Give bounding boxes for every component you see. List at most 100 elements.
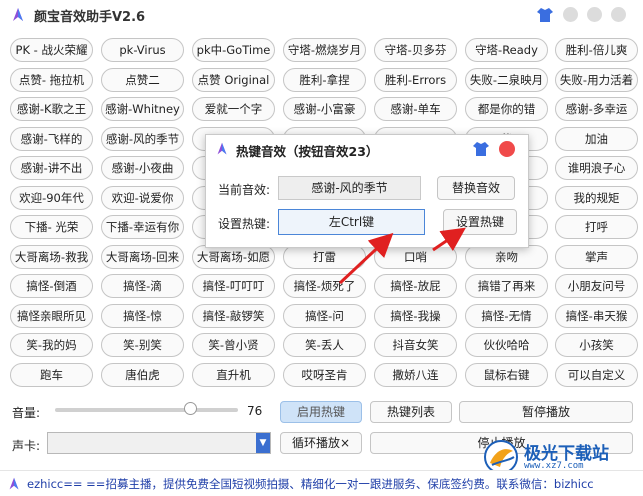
pause-playback-button[interactable]: 暂停播放 bbox=[459, 401, 633, 423]
sound-button[interactable]: 搞怪-倒酒 bbox=[10, 274, 93, 298]
dialog-logo-icon bbox=[217, 142, 227, 155]
enable-hotkey-button[interactable]: 启用热键 bbox=[280, 401, 362, 423]
sound-button[interactable]: 胜利-拿捏 bbox=[283, 68, 366, 92]
sound-button[interactable]: 搞怪亲眼所见 bbox=[10, 304, 93, 328]
sound-button[interactable]: 加油 bbox=[555, 127, 638, 151]
hotkey-label: 设置热键: bbox=[218, 217, 271, 231]
sound-button[interactable]: 我的规矩 bbox=[555, 186, 638, 210]
sound-button[interactable]: 搞怪-烦死了 bbox=[283, 274, 366, 298]
sound-button[interactable]: 点赞二 bbox=[101, 68, 184, 92]
sound-button[interactable]: 口哨 bbox=[374, 245, 457, 269]
sound-button[interactable]: 下播-幸运有你 bbox=[101, 215, 184, 239]
sound-button[interactable]: 搞怪-我操 bbox=[374, 304, 457, 328]
sound-button[interactable]: 唐伯虎 bbox=[101, 363, 184, 387]
title-bar: 颜宝音效助手V2.6 bbox=[0, 0, 643, 30]
sound-button[interactable]: 搞怪-串天猴 bbox=[555, 304, 638, 328]
sound-button[interactable]: 直升机 bbox=[192, 363, 275, 387]
sound-button[interactable]: 伙伙哈哈 bbox=[465, 333, 548, 357]
sound-button[interactable]: 撒娇八连 bbox=[374, 363, 457, 387]
sound-button[interactable]: 感谢-讲不出 bbox=[10, 156, 93, 180]
sound-button[interactable]: 哎呀圣肯 bbox=[283, 363, 366, 387]
sound-button[interactable]: 搞错了再来 bbox=[465, 274, 548, 298]
sound-button[interactable]: 守塔-贝多芬 bbox=[374, 38, 457, 62]
current-sound-label: 当前音效: bbox=[218, 183, 271, 197]
sound-button[interactable]: 搞怪-敲锣笑 bbox=[192, 304, 275, 328]
volume-slider-thumb[interactable] bbox=[184, 402, 197, 415]
sound-button[interactable]: 感谢-小夜曲 bbox=[101, 156, 184, 180]
sound-button[interactable]: 搞怪-问 bbox=[283, 304, 366, 328]
close-button[interactable] bbox=[611, 7, 626, 22]
sound-button[interactable]: 大哥离场-如愿 bbox=[192, 245, 275, 269]
sound-button[interactable]: 点赞- 拖拉机 bbox=[10, 68, 93, 92]
sound-button[interactable]: 守塔-Ready bbox=[465, 38, 548, 62]
sound-button[interactable]: 感谢-风的季节 bbox=[101, 127, 184, 151]
sound-button[interactable]: 感谢-多幸运 bbox=[555, 97, 638, 121]
chevron-down-icon[interactable]: ▼ bbox=[256, 433, 270, 453]
footer-marquee-text: ezhicc== ==招募主播，提供免费全国短视频拍摄、精细化一对一跟进服务、保… bbox=[27, 477, 594, 491]
volume-value: 76 bbox=[247, 404, 263, 418]
soundcard-label: 声卡: bbox=[12, 439, 41, 453]
sound-button[interactable]: 笑-丢人 bbox=[283, 333, 366, 357]
sound-button[interactable]: 点赞 Original bbox=[192, 68, 275, 92]
maximize-button[interactable] bbox=[587, 7, 602, 22]
sound-button[interactable]: pk-Virus bbox=[101, 38, 184, 62]
sound-button[interactable]: 失败-用力活着 bbox=[555, 68, 638, 92]
sound-button[interactable]: 欢迎-说爱你 bbox=[101, 186, 184, 210]
current-sound-field: 感谢-风的季节 bbox=[278, 176, 421, 200]
sound-button[interactable]: PK - 战火荣耀 bbox=[10, 38, 93, 62]
dialog-title-bar: 热键音效（按钮音效23） bbox=[206, 135, 528, 163]
sound-button[interactable]: 跑车 bbox=[10, 363, 93, 387]
sound-button[interactable]: 守塔-燃烧岁月 bbox=[283, 38, 366, 62]
sound-button[interactable]: 小孩笑 bbox=[555, 333, 638, 357]
sound-button[interactable]: 小朋友问号 bbox=[555, 274, 638, 298]
dialog-title: 热键音效（按钮音效23） bbox=[236, 144, 379, 159]
sound-button[interactable]: 谁明浪子心 bbox=[555, 156, 638, 180]
sound-button[interactable]: 大哥离场-救我 bbox=[10, 245, 93, 269]
sound-button[interactable]: 感谢-Whitney bbox=[101, 97, 184, 121]
sound-button[interactable]: 可以自定义 bbox=[555, 363, 638, 387]
sound-button[interactable]: 爱就一个字 bbox=[192, 97, 275, 121]
sound-button[interactable]: 搞怪-叮叮叮 bbox=[192, 274, 275, 298]
loop-play-button[interactable]: 循环播放× bbox=[280, 432, 362, 454]
sound-button[interactable]: 都是你的错 bbox=[465, 97, 548, 121]
sound-button[interactable]: 下播- 光荣 bbox=[10, 215, 93, 239]
sound-button[interactable]: 搞怪-滴 bbox=[101, 274, 184, 298]
dialog-close-button[interactable] bbox=[499, 141, 515, 157]
hotkey-list-button[interactable]: 热键列表 bbox=[370, 401, 452, 423]
sound-button[interactable]: 笑-我的妈 bbox=[10, 333, 93, 357]
skin-shirt-icon[interactable] bbox=[536, 6, 554, 24]
sound-button[interactable]: 感谢-单车 bbox=[374, 97, 457, 121]
sound-button[interactable]: 胜利-Errors bbox=[374, 68, 457, 92]
dialog-skin-shirt-icon[interactable] bbox=[472, 140, 490, 158]
sound-button[interactable]: 感谢-小富豪 bbox=[283, 97, 366, 121]
sound-button[interactable]: 胜利-倍儿爽 bbox=[555, 38, 638, 62]
sound-button[interactable]: 亲吻 bbox=[465, 245, 548, 269]
hotkey-input[interactable]: 左Ctrl键 bbox=[278, 209, 425, 235]
sound-button[interactable]: 感谢-飞样的 bbox=[10, 127, 93, 151]
sound-button[interactable]: pk中-GoTime bbox=[192, 38, 275, 62]
sound-button[interactable]: 搞怪-无情 bbox=[465, 304, 548, 328]
sound-button[interactable]: 笑-曾小贤 bbox=[192, 333, 275, 357]
sound-button[interactable]: 掌声 bbox=[555, 245, 638, 269]
sound-button[interactable]: 抖音女笑 bbox=[374, 333, 457, 357]
sound-button[interactable]: 打雷 bbox=[283, 245, 366, 269]
volume-label: 音量: bbox=[12, 406, 41, 420]
sound-button[interactable]: 鼠标右键 bbox=[465, 363, 548, 387]
sound-button[interactable]: 搞怪-放屁 bbox=[374, 274, 457, 298]
set-hotkey-button[interactable]: 设置热键 bbox=[443, 209, 517, 235]
minimize-button[interactable] bbox=[563, 7, 578, 22]
footer-logo-icon bbox=[9, 477, 19, 490]
sound-button[interactable]: 搞怪-惊 bbox=[101, 304, 184, 328]
volume-slider-track[interactable] bbox=[55, 408, 238, 412]
sound-button[interactable]: 大哥离场-回来 bbox=[101, 245, 184, 269]
soundcard-select[interactable]: ▼ bbox=[47, 432, 271, 454]
sound-button[interactable]: 失败-二泉映月 bbox=[465, 68, 548, 92]
sound-button[interactable]: 打呼 bbox=[555, 215, 638, 239]
sound-button[interactable]: 欢迎-90年代 bbox=[10, 186, 93, 210]
replace-sound-button[interactable]: 替换音效 bbox=[437, 176, 515, 200]
hotkey-dialog: 热键音效（按钮音效23） 当前音效: 感谢-风的季节 替换音效 设置热键: 左C… bbox=[205, 134, 529, 248]
sound-button[interactable]: 笑-别笑 bbox=[101, 333, 184, 357]
sound-button[interactable]: 感谢-K歌之王 bbox=[10, 97, 93, 121]
footer-bar: ezhicc== ==招募主播，提供免费全国短视频拍摄、精细化一对一跟进服务、保… bbox=[0, 470, 643, 496]
app-title: 颜宝音效助手V2.6 bbox=[34, 10, 146, 25]
